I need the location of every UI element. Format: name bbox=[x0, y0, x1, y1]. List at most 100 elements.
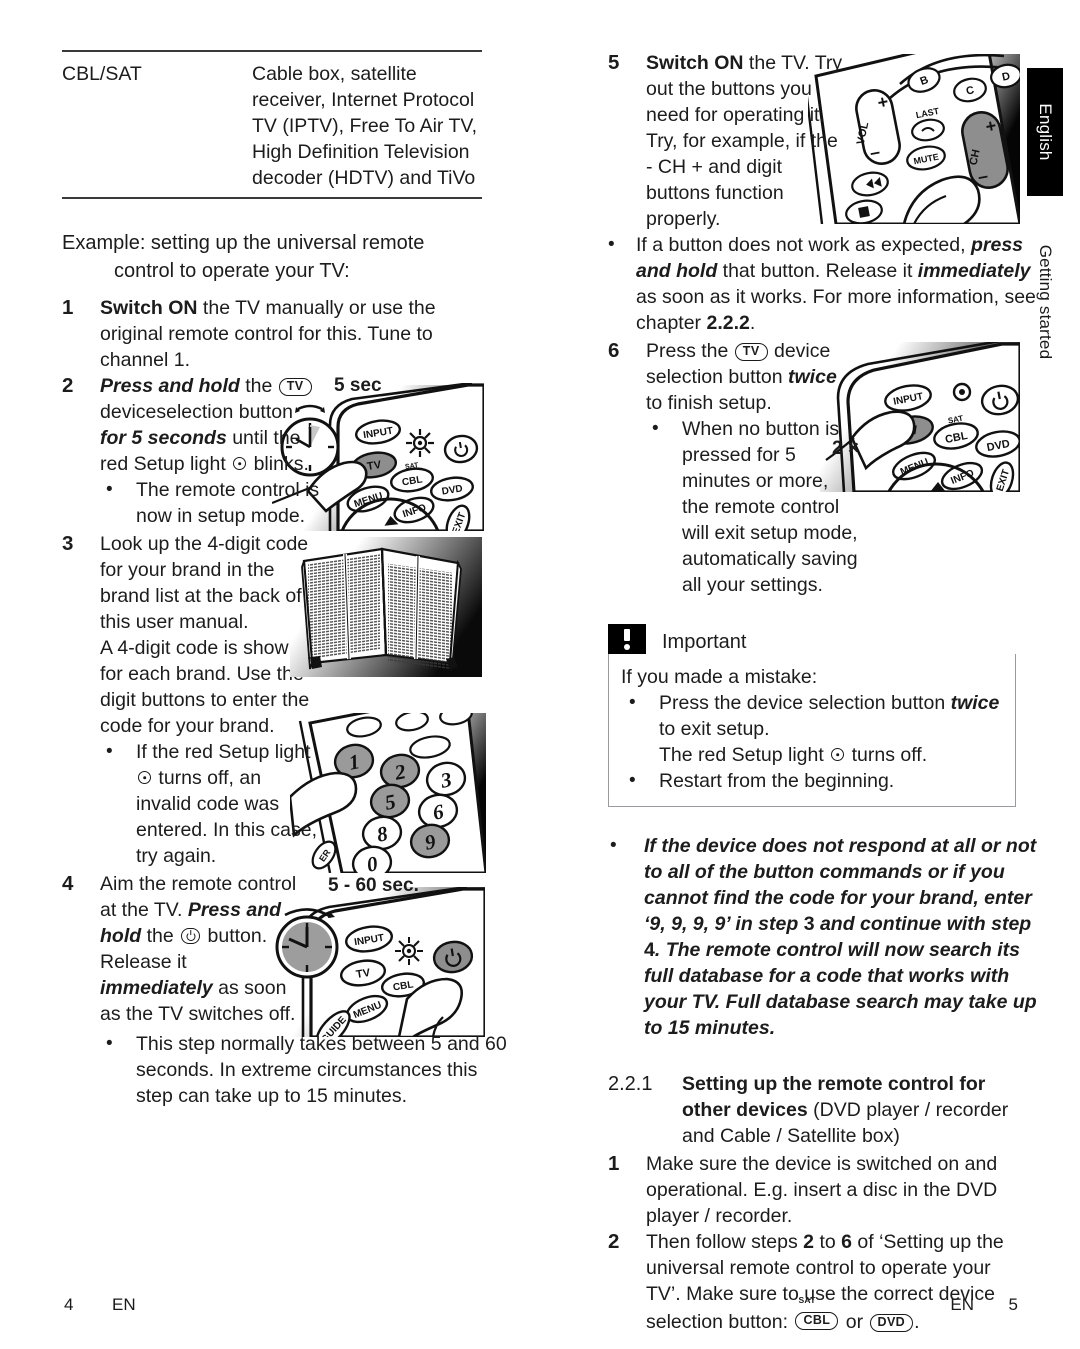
tv-button-glyph: TV bbox=[278, 378, 312, 396]
step-5-text: the TV. Try out the buttons you need for… bbox=[646, 52, 843, 230]
step-5-bullet-b: that button. Release it bbox=[717, 260, 918, 282]
bullet-dot-icon: • bbox=[629, 692, 636, 713]
example-heading-line1: Example: setting up the universal remote bbox=[62, 232, 425, 254]
important-intro: If you made a mistake: bbox=[621, 666, 818, 688]
section-step-1-text: Make sure the device is switched on and … bbox=[646, 1153, 998, 1227]
section-number: 2.2.1 bbox=[608, 1073, 653, 1095]
step-5-bullet: • If a button does not work as expected,… bbox=[608, 232, 1044, 336]
fulldb-step4: 4 bbox=[644, 939, 655, 961]
setup-light-icon bbox=[138, 771, 151, 784]
step-6-block: INPUT TV CBL SAT bbox=[608, 338, 1020, 598]
section-step-1: 1 Make sure the device is switched on an… bbox=[608, 1151, 1020, 1229]
step-1-number: 1 bbox=[62, 296, 74, 319]
step-1: 1 Switch ON the TV manually or use the o… bbox=[62, 295, 482, 373]
right-column: B C D + – VOL LAST MUTE + – CH 5 Switch … bbox=[608, 50, 1037, 1335]
step-3-bullet: • If the red Setup light turns off, an i… bbox=[100, 739, 318, 869]
important-header: Important bbox=[608, 624, 1016, 654]
step-6-twice: twice bbox=[788, 366, 837, 388]
step-2-text-b: deviceselection button bbox=[100, 401, 293, 423]
important-title: Important bbox=[662, 631, 747, 653]
device-type-table: CBL/SAT Cable box, satellite receiver, I… bbox=[62, 50, 482, 199]
footer-left: 4 EN bbox=[64, 1295, 136, 1315]
setup-light-icon bbox=[831, 748, 845, 761]
bullet-dot-icon: • bbox=[106, 1033, 113, 1054]
section-step-2-g: . bbox=[914, 1311, 920, 1333]
section-2-2-1-heading: 2.2.1 Setting up the remote control for … bbox=[608, 1071, 1020, 1149]
setup-light-icon bbox=[233, 457, 247, 470]
step-2-image-caption: 5 sec bbox=[334, 375, 382, 396]
table-row: CBL/SAT Cable box, satellite receiver, I… bbox=[62, 61, 482, 191]
important-body: If you made a mistake: • Press the devic… bbox=[608, 654, 1016, 807]
step-4-bullet-text: This step normally takes between 5 and 6… bbox=[136, 1033, 507, 1107]
step-2-number: 2 bbox=[62, 374, 74, 397]
section-step-2-c: to bbox=[814, 1231, 842, 1253]
step-2: 2 Press and hold the TV deviceselection … bbox=[62, 373, 315, 477]
important-setup-b: turns off. bbox=[846, 744, 928, 766]
step-1-bold: Switch ON bbox=[100, 297, 198, 319]
ref-step-6: 6 bbox=[841, 1231, 852, 1253]
language-tab-label: English bbox=[1036, 103, 1055, 161]
step-2-text-a: the bbox=[239, 375, 278, 397]
step-5-number: 5 bbox=[608, 51, 620, 74]
step-3-para-1: Look up the 4-digit code for your brand … bbox=[100, 533, 309, 633]
footer-left-page-number: 4 bbox=[64, 1295, 74, 1314]
step-5-block: B C D + – VOL LAST MUTE + – CH 5 Switch … bbox=[608, 50, 1036, 336]
fulldb-e: . The remote control will now search its… bbox=[644, 939, 1037, 1039]
step-5-chapter-ref: 2.2.2 bbox=[706, 312, 750, 334]
step-5-bold: Switch ON bbox=[646, 52, 744, 74]
step-3-number: 3 bbox=[62, 532, 74, 555]
step-5-bullet-d: . bbox=[749, 312, 756, 334]
step-6: 6 Press the TV device selection button t… bbox=[608, 338, 844, 416]
important-bullet-2: • Restart from the beginning. bbox=[621, 768, 1003, 794]
step-6-text-c: to finish setup. bbox=[646, 392, 772, 414]
ref-step-2: 2 bbox=[803, 1231, 815, 1253]
section-step-2-number: 2 bbox=[608, 1230, 620, 1253]
important-twice: twice bbox=[950, 692, 1000, 714]
step-2-block: INPUT TV CBL SAT DVD MENU INFO EXIT 5 se… bbox=[62, 373, 484, 531]
step-4-bullet: • This step normally takes between 5 and… bbox=[100, 1031, 518, 1109]
step-5-bullet-c: as soon as it works. For more informatio… bbox=[636, 286, 1036, 334]
important-callout: Important If you made a mistake: • Press… bbox=[608, 624, 1016, 807]
dvd-button-glyph: DVD bbox=[869, 1314, 914, 1332]
left-column: CBL/SAT Cable box, satellite receiver, I… bbox=[62, 50, 507, 1109]
fulldb-c: and continue with step bbox=[814, 913, 1032, 935]
step-4-immediately: immediately bbox=[100, 977, 213, 999]
exclamation-icon bbox=[608, 624, 646, 654]
footer-right-page-number: 5 bbox=[1008, 1295, 1018, 1314]
fulldb-step3: 3 bbox=[803, 913, 815, 935]
step-2-bullet: • The remote control is now in setup mod… bbox=[100, 477, 326, 529]
section-step-1-number: 1 bbox=[608, 1152, 620, 1175]
device-description-cell: Cable box, satellite receiver, Internet … bbox=[252, 63, 478, 189]
step-5-immediately: immediately bbox=[917, 260, 1031, 282]
cbl-sat-button-glyph: SAT CBL bbox=[794, 1296, 839, 1333]
step-6-text-a: Press the bbox=[646, 340, 734, 362]
bullet-dot-icon: • bbox=[610, 835, 617, 856]
important-setup-a: The red Setup light bbox=[659, 744, 830, 766]
important-bullet-2-text: Restart from the beginning. bbox=[659, 770, 895, 792]
step-3: 3 Look up the 4-digit code for your bran… bbox=[62, 531, 315, 635]
step-4-number: 4 bbox=[62, 872, 74, 895]
bullet-dot-icon: • bbox=[106, 479, 113, 500]
step-4-image-caption: 5 - 60 sec. bbox=[328, 875, 419, 896]
device-name-cell: CBL/SAT bbox=[62, 63, 142, 85]
step-3-block: 3 Look up the 4-digit code for your bran… bbox=[62, 531, 486, 873]
illustration-code-book bbox=[290, 537, 482, 677]
section-step-2: 2 Then follow steps 2 to 6 of ‘Setting u… bbox=[608, 1229, 1020, 1335]
section-step-2-f: or bbox=[840, 1311, 869, 1333]
sat-label: SAT bbox=[798, 1295, 816, 1305]
step-3-para-2: A 4-digit code is shown for each brand. … bbox=[100, 637, 310, 737]
important-bullet-1: • Press the device selection button twic… bbox=[621, 690, 1003, 742]
svg-text:TV: TV bbox=[366, 459, 382, 473]
manual-page: English Getting started CBL/SAT Cable bo… bbox=[0, 0, 1080, 1349]
step-5: 5 Switch ON the TV. Try out the buttons … bbox=[608, 50, 844, 232]
svg-text:TV: TV bbox=[355, 967, 371, 981]
footer-left-language: EN bbox=[112, 1295, 136, 1314]
footer-right: EN 5 bbox=[950, 1295, 1018, 1315]
step-3-bullet-text-b: turns off, an invalid code was entered. … bbox=[136, 767, 318, 867]
example-heading: Example: setting up the universal remote… bbox=[62, 229, 482, 285]
bullet-dot-icon: • bbox=[652, 418, 659, 439]
step-3-bullet-text-a: If the red Setup light bbox=[136, 741, 311, 763]
full-database-note: • If the device does not respond at all … bbox=[608, 833, 1052, 1041]
language-tab: English bbox=[1027, 68, 1063, 196]
step-2-press-hold: Press and hold bbox=[100, 375, 240, 397]
